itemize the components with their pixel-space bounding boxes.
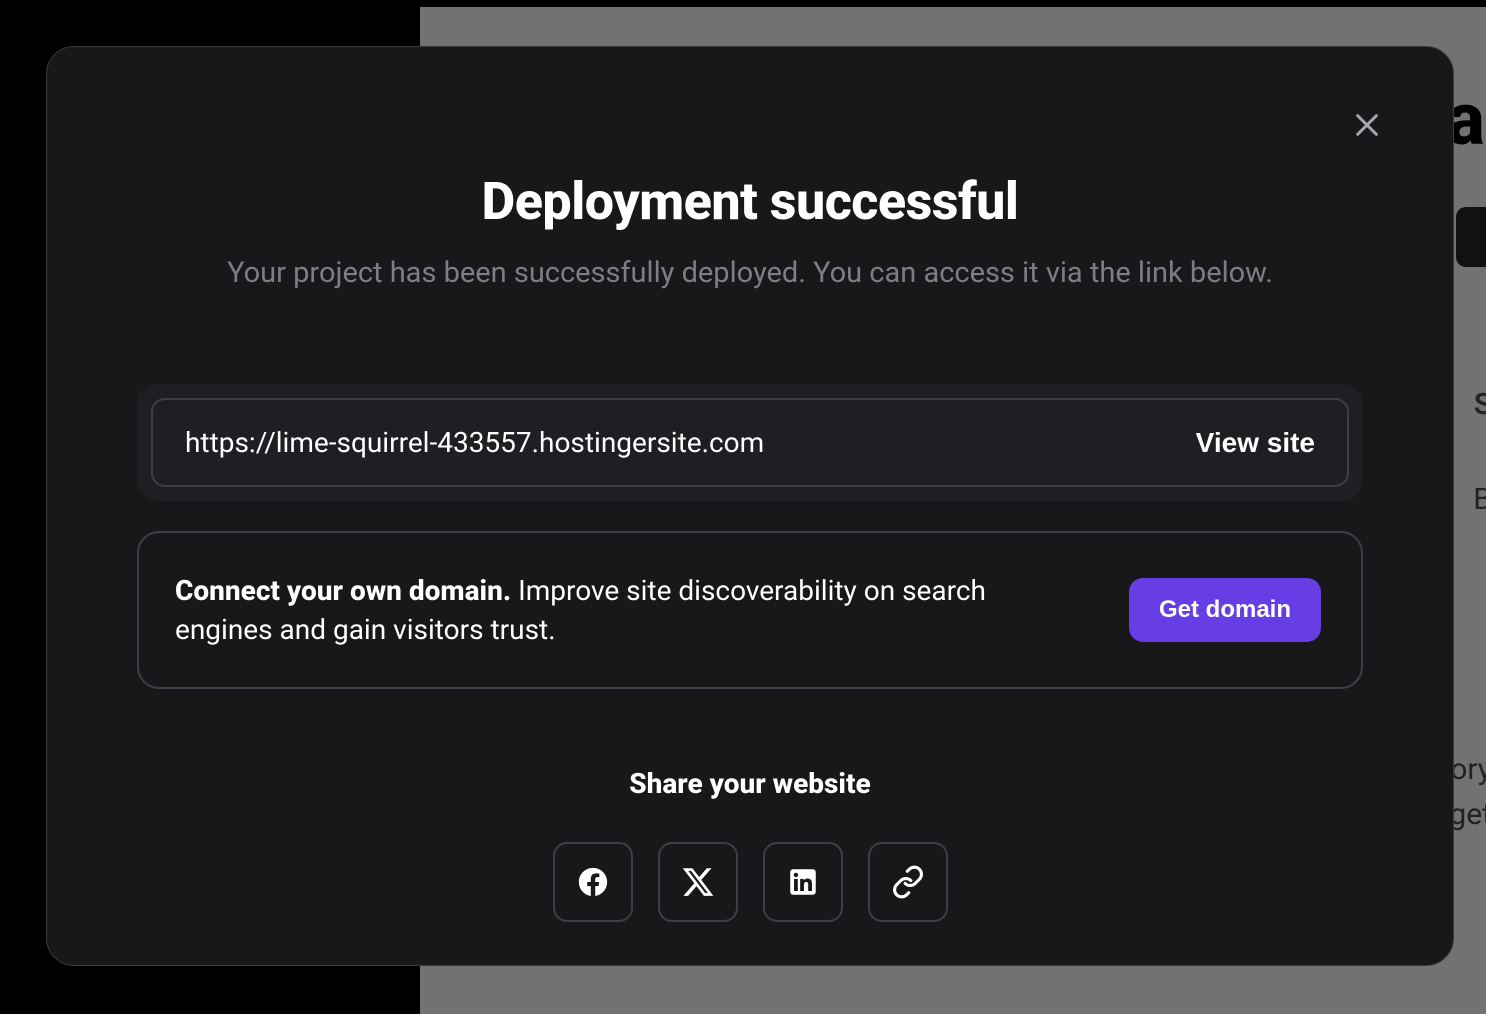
x-icon <box>681 865 715 899</box>
background-text-fragment: B <box>1473 482 1486 517</box>
share-title: Share your website <box>137 767 1363 800</box>
get-domain-button[interactable]: Get domain <box>1129 578 1321 642</box>
background-text-fragment: get <box>1449 797 1486 832</box>
share-copylink-button[interactable] <box>868 842 948 922</box>
deployed-url: https://lime-squirrel-433557.hostingersi… <box>185 426 764 459</box>
view-site-button[interactable]: View site <box>1176 427 1315 459</box>
link-icon <box>891 865 925 899</box>
connect-domain-text: Connect your own domain. Improve site di… <box>175 571 1089 649</box>
background-text-fragment: ory <box>1450 752 1486 787</box>
facebook-icon <box>576 865 610 899</box>
background-text-fragment: S <box>1474 387 1486 422</box>
share-section: Share your website <box>137 767 1363 922</box>
modal-subtitle: Your project has been successfully deplo… <box>137 256 1363 290</box>
share-facebook-button[interactable] <box>553 842 633 922</box>
share-x-button[interactable] <box>658 842 738 922</box>
close-icon <box>1351 109 1383 141</box>
linkedin-icon <box>786 865 820 899</box>
deployed-url-row: https://lime-squirrel-433557.hostingersi… <box>151 398 1349 487</box>
share-linkedin-button[interactable] <box>763 842 843 922</box>
deployed-url-card: https://lime-squirrel-433557.hostingersi… <box>137 384 1363 501</box>
connect-domain-heading: Connect your own domain. <box>175 574 511 607</box>
modal-title: Deployment successful <box>137 171 1363 232</box>
background-button-fragment <box>1456 207 1486 267</box>
deployment-success-modal: Deployment successful Your project has b… <box>46 46 1454 966</box>
share-buttons-row <box>137 842 1363 922</box>
close-button[interactable] <box>1339 97 1395 153</box>
connect-domain-card: Connect your own domain. Improve site di… <box>137 531 1363 689</box>
